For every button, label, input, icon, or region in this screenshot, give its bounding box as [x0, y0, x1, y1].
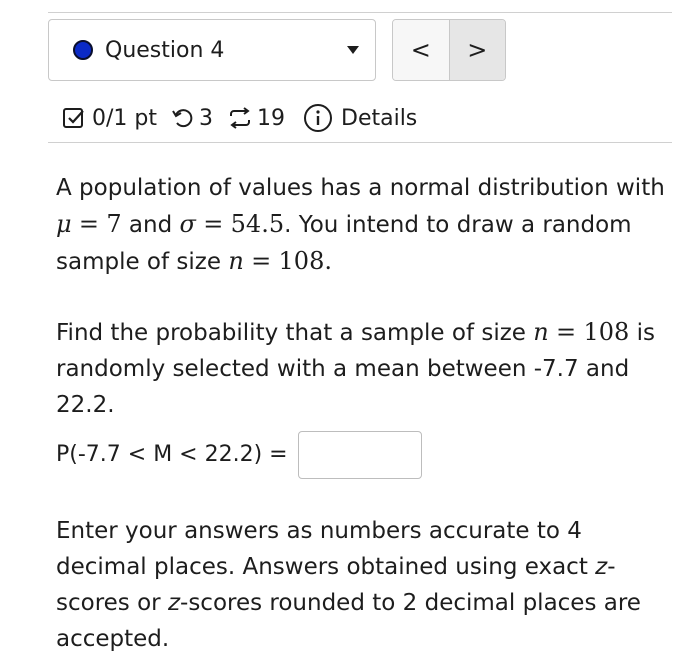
question-select[interactable]: Question 4: [48, 19, 376, 81]
question-body: A population of values has a normal dist…: [56, 170, 666, 657]
question-status-dot: [73, 40, 93, 60]
details-link[interactable]: Details: [341, 106, 417, 131]
sigma-value: 54.5: [230, 210, 285, 238]
n-symbol: n: [228, 247, 244, 275]
mu-symbol: μ: [56, 210, 72, 238]
n-value: 108: [278, 247, 325, 275]
submissions-count: 19: [257, 105, 285, 131]
question-select-label: Question 4: [105, 37, 225, 63]
sigma-symbol: σ: [179, 210, 196, 238]
mu-value: 7: [106, 210, 122, 238]
info-icon[interactable]: [303, 103, 333, 133]
problem-find: Find the probability that a sample of si…: [56, 318, 655, 418]
prev-question-button[interactable]: <: [393, 20, 450, 80]
content-divider: [48, 142, 672, 143]
question-nav: < >: [392, 19, 506, 81]
instructions: Enter your answers as numbers accurate t…: [56, 518, 641, 652]
next-question-button[interactable]: >: [449, 20, 505, 80]
caret-down-icon: [347, 46, 359, 54]
answer-label: P(-7.7 < M < 22.2) =: [56, 442, 288, 467]
score-text: 0/1 pt: [92, 105, 157, 131]
answer-input[interactable]: [297, 431, 422, 479]
problem-intro: A population of values has a normal dist…: [56, 175, 665, 275]
retries-count: 3: [199, 105, 213, 131]
retry-icon: [171, 106, 195, 130]
question-meta: 0/1 pt 3 19 Details: [62, 100, 417, 136]
top-divider: [48, 12, 672, 13]
checkbox-icon: [62, 106, 86, 130]
submissions-icon: [227, 106, 253, 130]
answer-row: P(-7.7 < M < 22.2) =: [56, 431, 666, 479]
